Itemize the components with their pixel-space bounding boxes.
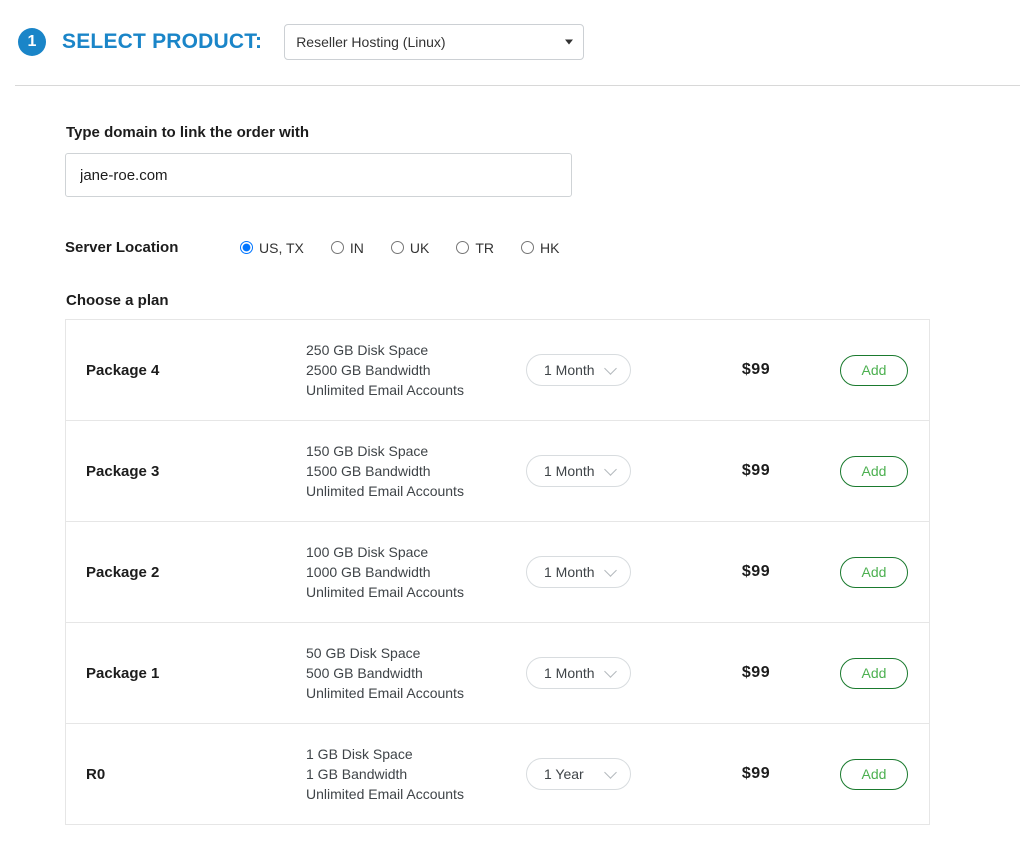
term-select-value: 1 Month	[544, 564, 595, 580]
radio-option-tr[interactable]: TR	[456, 240, 494, 256]
term-select-value: 1 Month	[544, 463, 595, 479]
chevron-down-icon	[604, 766, 617, 779]
plan-action-cell: Add	[821, 354, 927, 386]
term-select-value: 1 Month	[544, 665, 595, 681]
plan-action-cell: Add	[821, 657, 927, 689]
domain-field-label: Type domain to link the order with	[66, 124, 310, 141]
plan-spec-bandwidth: 1 GB Bandwidth	[306, 766, 408, 782]
step-number-badge: 1	[18, 28, 46, 56]
plan-spec-bandwidth: 1000 GB Bandwidth	[306, 564, 431, 580]
radio-option-hk[interactable]: HK	[521, 240, 559, 256]
plan-name: Package 1	[86, 664, 160, 682]
plan-term-cell: 1 Month	[526, 455, 691, 487]
plan-specs: 100 GB Disk Space 1000 GB Bandwidth Unli…	[306, 542, 526, 602]
term-select[interactable]: 1 Month	[526, 657, 631, 689]
term-select[interactable]: 1 Month	[526, 354, 631, 386]
plan-name: Package 3	[86, 462, 160, 480]
plan-spec-bandwidth: 2500 GB Bandwidth	[306, 362, 431, 378]
add-button[interactable]: Add	[840, 657, 908, 689]
plan-term-cell: 1 Month	[526, 556, 691, 588]
table-row: Package 2 100 GB Disk Space 1000 GB Band…	[65, 521, 930, 622]
table-row: R0 1 GB Disk Space 1 GB Bandwidth Unlimi…	[65, 723, 930, 825]
plan-spec-disk: 250 GB Disk Space	[306, 342, 429, 358]
plan-action-cell: Add	[821, 556, 927, 588]
plan-table: Package 4 250 GB Disk Space 2500 GB Band…	[65, 319, 930, 825]
radio-label-hk: HK	[540, 239, 560, 256]
term-select[interactable]: 1 Month	[526, 455, 631, 487]
term-select[interactable]: 1 Month	[526, 556, 631, 588]
term-select[interactable]: 1 Year	[526, 758, 631, 790]
plan-action-cell: Add	[821, 455, 927, 487]
plan-spec-disk: 150 GB Disk Space	[306, 443, 429, 459]
table-row: Package 4 250 GB Disk Space 2500 GB Band…	[65, 319, 930, 420]
radio-label-uk: UK	[409, 239, 430, 256]
add-button[interactable]: Add	[840, 455, 908, 487]
plan-specs: 150 GB Disk Space 1500 GB Bandwidth Unli…	[306, 441, 526, 501]
plan-spec-bandwidth: 500 GB Bandwidth	[306, 665, 423, 681]
plan-name: Package 2	[86, 563, 160, 581]
main-content: Type domain to link the order with Serve…	[0, 86, 1035, 825]
plan-spec-email: Unlimited Email Accounts	[306, 786, 464, 802]
server-location-radio-group: US, TX IN UK TR HK	[240, 240, 586, 256]
plan-spec-email: Unlimited Email Accounts	[306, 483, 464, 499]
table-row: Package 1 50 GB Disk Space 500 GB Bandwi…	[65, 622, 930, 723]
radio-input-in[interactable]	[330, 241, 344, 254]
add-button[interactable]: Add	[840, 758, 908, 790]
plan-spec-email: Unlimited Email Accounts	[306, 685, 464, 701]
radio-option-us-tx[interactable]: US, TX	[240, 240, 304, 256]
radio-label-in: IN	[349, 239, 364, 256]
plan-action-cell: Add	[821, 758, 927, 790]
radio-input-tr[interactable]	[456, 241, 470, 254]
choose-plan-label: Choose a plan	[66, 292, 169, 309]
chevron-down-icon	[604, 463, 617, 476]
plan-price: $99	[741, 664, 771, 681]
plan-term-cell: 1 Month	[526, 354, 691, 386]
radio-label-us-tx: US, TX	[259, 239, 304, 256]
plan-name: R0	[86, 765, 106, 783]
plan-name: Package 4	[86, 361, 160, 379]
plan-term-cell: 1 Year	[526, 758, 691, 790]
table-row: Package 3 150 GB Disk Space 1500 GB Band…	[65, 420, 930, 521]
radio-input-uk[interactable]	[390, 241, 404, 254]
plan-price: $99	[741, 765, 771, 782]
product-select-wrapper: Reseller Hosting (Linux)	[284, 24, 585, 60]
plan-price: $99	[741, 462, 771, 479]
plan-spec-bandwidth: 1500 GB Bandwidth	[306, 463, 431, 479]
plan-specs: 1 GB Disk Space 1 GB Bandwidth Unlimited…	[306, 744, 526, 804]
plan-price: $99	[741, 563, 771, 580]
chevron-down-icon	[604, 564, 617, 577]
server-location-label: Server Location	[65, 239, 179, 256]
radio-label-tr: TR	[475, 239, 494, 256]
radio-option-uk[interactable]: UK	[390, 239, 430, 256]
page-title: SELECT PRODUCT:	[62, 30, 263, 53]
step-header: 1 SELECT PRODUCT: Reseller Hosting (Linu…	[0, 0, 1035, 66]
radio-input-us-tx[interactable]	[240, 241, 253, 254]
domain-input[interactable]	[65, 153, 572, 197]
plan-term-cell: 1 Month	[526, 657, 691, 689]
plan-price: $99	[741, 361, 771, 378]
plan-spec-email: Unlimited Email Accounts	[306, 382, 464, 398]
term-select-value: 1 Year	[544, 766, 584, 782]
plan-specs: 250 GB Disk Space 2500 GB Bandwidth Unli…	[306, 340, 526, 400]
plan-specs: 50 GB Disk Space 500 GB Bandwidth Unlimi…	[306, 643, 526, 703]
product-select[interactable]: Reseller Hosting (Linux)	[284, 24, 585, 60]
add-button[interactable]: Add	[840, 354, 908, 386]
plan-spec-disk: 1 GB Disk Space	[306, 746, 413, 762]
add-button[interactable]: Add	[840, 556, 908, 588]
term-select-value: 1 Month	[544, 362, 595, 378]
server-location-row: Server Location US, TX IN UK TR HK	[65, 239, 1035, 256]
radio-option-in[interactable]: IN	[330, 239, 364, 256]
plan-spec-disk: 50 GB Disk Space	[306, 645, 421, 661]
plan-spec-disk: 100 GB Disk Space	[306, 544, 429, 560]
chevron-down-icon	[604, 665, 617, 678]
chevron-down-icon	[604, 362, 617, 375]
plan-spec-email: Unlimited Email Accounts	[306, 584, 464, 600]
radio-input-hk[interactable]	[521, 241, 534, 254]
